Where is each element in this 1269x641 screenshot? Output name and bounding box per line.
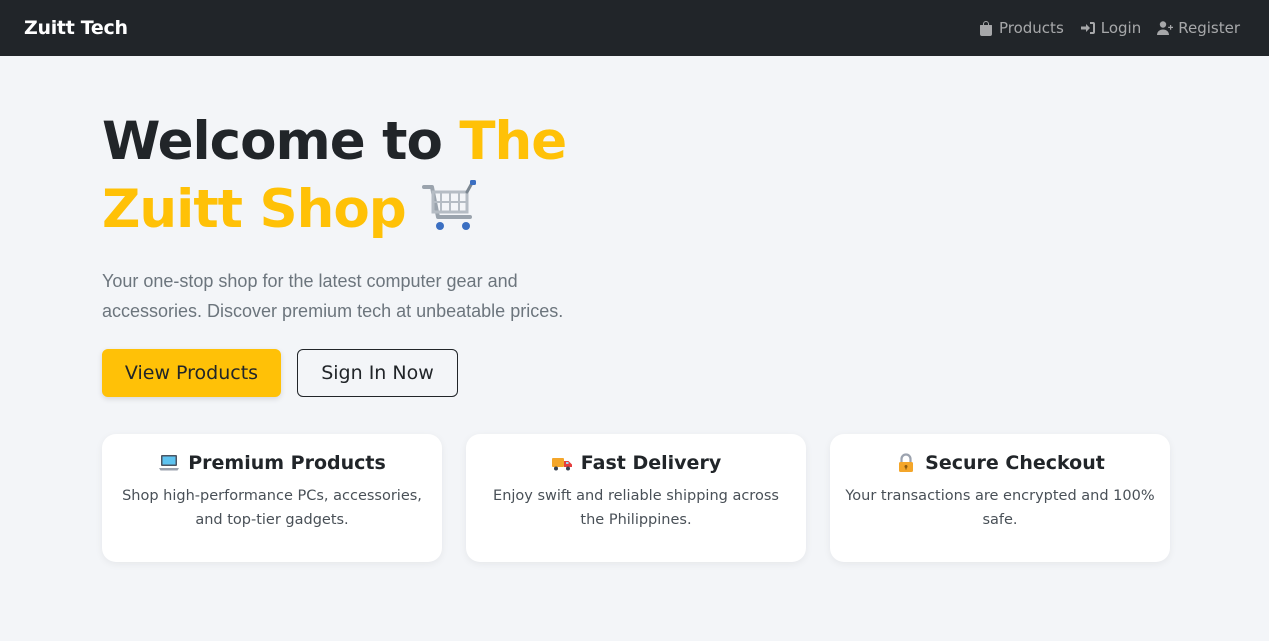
delivery-truck-icon bbox=[551, 452, 573, 474]
feature-title-text: Premium Products bbox=[188, 452, 386, 474]
feature-title-text: Fast Delivery bbox=[580, 452, 722, 474]
feature-card-text: Shop high-performance PCs, accessories, … bbox=[122, 488, 422, 528]
feature-card-title: Premium Products bbox=[102, 452, 442, 474]
laptop-icon bbox=[158, 452, 180, 474]
nav-products-link[interactable]: Products bbox=[978, 19, 1064, 37]
feature-card-title: Fast Delivery bbox=[466, 452, 806, 474]
feature-card-text: Your transactions are encrypted and 100%… bbox=[845, 488, 1155, 528]
shopping-bag-icon bbox=[979, 21, 992, 36]
nav-login-link[interactable]: Login bbox=[1080, 19, 1141, 37]
nav-register-label: Register bbox=[1178, 19, 1240, 37]
sign-in-now-button[interactable]: Sign In Now bbox=[297, 349, 458, 397]
feature-card-secure-checkout: Secure Checkout Your transactions are en… bbox=[830, 434, 1170, 562]
hero-buttons: View Products Sign In Now bbox=[102, 349, 622, 397]
feature-card-text: Enjoy swift and reliable shipping across… bbox=[493, 488, 779, 528]
nav-links: Products Login Register bbox=[978, 19, 1240, 37]
nav-products-label: Products bbox=[998, 19, 1064, 37]
view-products-button[interactable]: View Products bbox=[102, 349, 281, 397]
navbar: Zuitt Tech Products Login Register bbox=[0, 0, 1269, 56]
shopping-cart-icon bbox=[420, 179, 478, 252]
hero-title-accent-shop: Zuitt Shop bbox=[102, 179, 407, 240]
sign-in-icon bbox=[1080, 22, 1095, 34]
hero-title-accent-the: The bbox=[459, 111, 567, 172]
feature-card-premium-products: Premium Products Shop high-performance P… bbox=[102, 434, 442, 562]
hero-subtitle: Your one-stop shop for the latest comput… bbox=[102, 271, 564, 321]
hero-title: Welcome to The Zuitt Shop bbox=[102, 108, 622, 252]
feature-card-fast-delivery: Fast Delivery Enjoy swift and reliable s… bbox=[466, 434, 806, 562]
nav-register-link[interactable]: Register bbox=[1157, 19, 1240, 37]
nav-login-label: Login bbox=[1100, 19, 1142, 37]
hero-section: Welcome to The Zuitt Shop Your one-stop … bbox=[102, 108, 622, 397]
hero-title-welcome: Welcome to bbox=[102, 111, 460, 172]
user-plus-icon bbox=[1157, 21, 1174, 35]
brand-logo[interactable]: Zuitt Tech bbox=[24, 17, 128, 39]
feature-title-text: Secure Checkout bbox=[925, 452, 1105, 474]
padlock-icon bbox=[895, 452, 917, 474]
feature-card-title: Secure Checkout bbox=[830, 452, 1170, 474]
features-section: Premium Products Shop high-performance P… bbox=[102, 434, 1170, 562]
